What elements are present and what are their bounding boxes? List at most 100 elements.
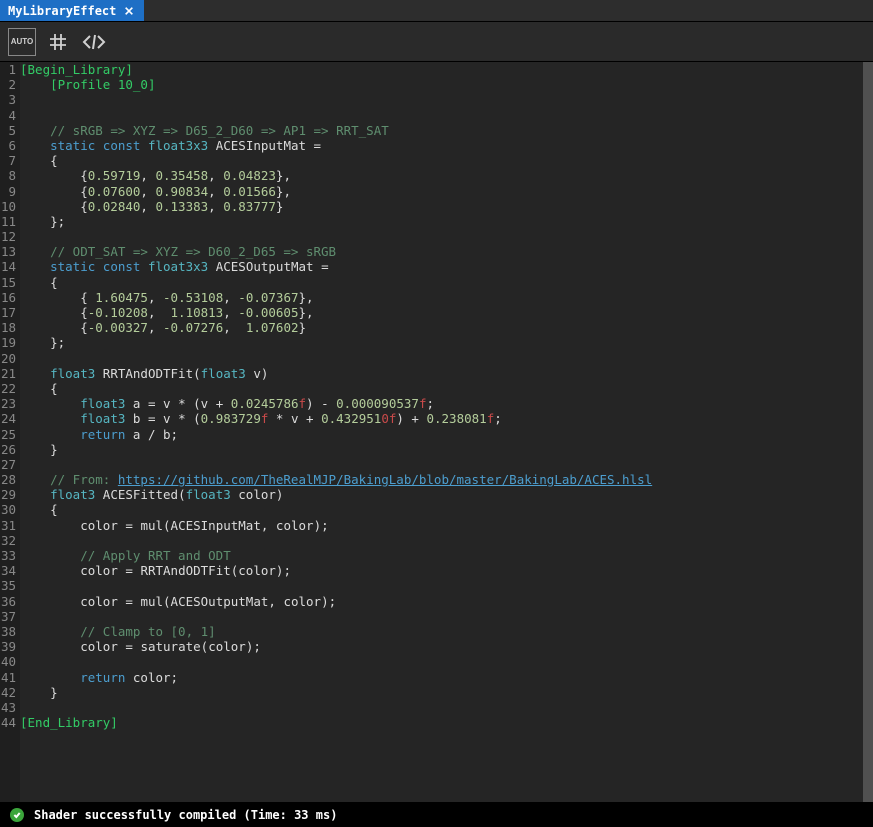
line-number: 32 [0,533,16,548]
code-line[interactable]: [Begin_Library] [20,62,863,77]
line-number: 33 [0,548,16,563]
line-number: 15 [0,275,16,290]
line-number: 12 [0,229,16,244]
code-line[interactable] [20,92,863,107]
code-line[interactable]: // Clamp to [0, 1] [20,624,863,639]
code-line[interactable]: float3 a = v * (v + 0.0245786f) - 0.0000… [20,396,863,411]
code-line[interactable]: {0.07600, 0.90834, 0.01566}, [20,184,863,199]
line-number: 13 [0,244,16,259]
line-number: 27 [0,457,16,472]
code-line[interactable]: [Profile 10_0] [20,77,863,92]
line-number: 21 [0,366,16,381]
code-line[interactable] [20,533,863,548]
line-number: 38 [0,624,16,639]
code-line[interactable]: } [20,442,863,457]
status-bar: Shader successfully compiled (Time: 33 m… [0,802,873,827]
toolbar: AUTO [0,22,873,62]
line-number: 42 [0,685,16,700]
line-gutter: 1234567891011121314151617181920212223242… [0,62,20,802]
code-line[interactable]: float3 ACESFitted(float3 color) [20,487,863,502]
code-line[interactable]: {-0.00327, -0.07276, 1.07602} [20,320,863,335]
tab-mylibraryeffect[interactable]: MyLibraryEffect [0,0,144,21]
line-number: 7 [0,153,16,168]
code-line[interactable]: return color; [20,670,863,685]
line-number: 14 [0,259,16,274]
auto-compile-button[interactable]: AUTO [8,28,36,56]
code-line[interactable]: { [20,275,863,290]
line-number: 2 [0,77,16,92]
code-area[interactable]: [Begin_Library] [Profile 10_0] // sRGB =… [20,62,873,802]
line-number: 3 [0,92,16,107]
code-line[interactable] [20,700,863,715]
line-number: 1 [0,62,16,77]
line-number: 22 [0,381,16,396]
code-line[interactable]: color = RRTAndODTFit(color); [20,563,863,578]
app-root: MyLibraryEffect AUTO 1234567891011121314… [0,0,873,827]
line-number: 40 [0,654,16,669]
code-line[interactable]: color = saturate(color); [20,639,863,654]
code-line[interactable] [20,578,863,593]
code-icon[interactable] [80,28,108,56]
line-number: 30 [0,502,16,517]
vertical-scrollbar[interactable] [863,62,873,802]
code-line[interactable]: { 1.60475, -0.53108, -0.07367}, [20,290,863,305]
code-line[interactable]: // sRGB => XYZ => D65_2_D60 => AP1 => RR… [20,123,863,138]
grid-icon[interactable] [44,28,72,56]
code-line[interactable]: // ODT_SAT => XYZ => D60_2_D65 => sRGB [20,244,863,259]
close-icon[interactable] [122,4,136,18]
line-number: 44 [0,715,16,730]
code-editor[interactable]: 1234567891011121314151617181920212223242… [0,62,873,802]
code-line[interactable]: // From: https://github.com/TheRealMJP/B… [20,472,863,487]
tab-title: MyLibraryEffect [8,4,116,18]
code-line[interactable] [20,108,863,123]
code-line[interactable]: static const float3x3 ACESInputMat = [20,138,863,153]
code-line[interactable]: }; [20,335,863,350]
code-line[interactable]: [End_Library] [20,715,863,730]
code-line[interactable] [20,609,863,624]
line-number: 5 [0,123,16,138]
success-icon [10,808,24,822]
tab-bar: MyLibraryEffect [0,0,873,22]
code-line[interactable]: }; [20,214,863,229]
code-line[interactable]: {0.59719, 0.35458, 0.04823}, [20,168,863,183]
code-line[interactable] [20,457,863,472]
code-line[interactable]: color = mul(ACESInputMat, color); [20,518,863,533]
code-line[interactable]: { [20,153,863,168]
line-number: 37 [0,609,16,624]
line-number: 25 [0,427,16,442]
code-line[interactable]: // Apply RRT and ODT [20,548,863,563]
line-number: 8 [0,168,16,183]
status-text: Shader successfully compiled (Time: 33 m… [34,808,337,822]
code-line[interactable]: float3 b = v * (0.983729f * v + 0.432951… [20,411,863,426]
line-number: 23 [0,396,16,411]
line-number: 31 [0,518,16,533]
code-line[interactable]: {0.02840, 0.13383, 0.83777} [20,199,863,214]
code-line[interactable]: static const float3x3 ACESOutputMat = [20,259,863,274]
code-line[interactable] [20,229,863,244]
code-line[interactable]: } [20,685,863,700]
line-number: 35 [0,578,16,593]
line-number: 41 [0,670,16,685]
line-number: 9 [0,184,16,199]
code-line[interactable]: float3 RRTAndODTFit(float3 v) [20,366,863,381]
code-line[interactable]: { [20,502,863,517]
code-line[interactable]: { [20,381,863,396]
auto-label: AUTO [11,37,34,46]
code-line[interactable]: return a / b; [20,427,863,442]
line-number: 29 [0,487,16,502]
code-line[interactable] [20,654,863,669]
line-number: 39 [0,639,16,654]
code-line[interactable]: color = mul(ACESOutputMat, color); [20,594,863,609]
line-number: 10 [0,199,16,214]
line-number: 17 [0,305,16,320]
line-number: 19 [0,335,16,350]
scrollbar-thumb[interactable] [863,62,873,802]
line-number: 34 [0,563,16,578]
line-number: 43 [0,700,16,715]
code-line[interactable] [20,351,863,366]
line-number: 6 [0,138,16,153]
code-line[interactable]: {-0.10208, 1.10813, -0.00605}, [20,305,863,320]
line-number: 26 [0,442,16,457]
line-number: 24 [0,411,16,426]
line-number: 36 [0,594,16,609]
